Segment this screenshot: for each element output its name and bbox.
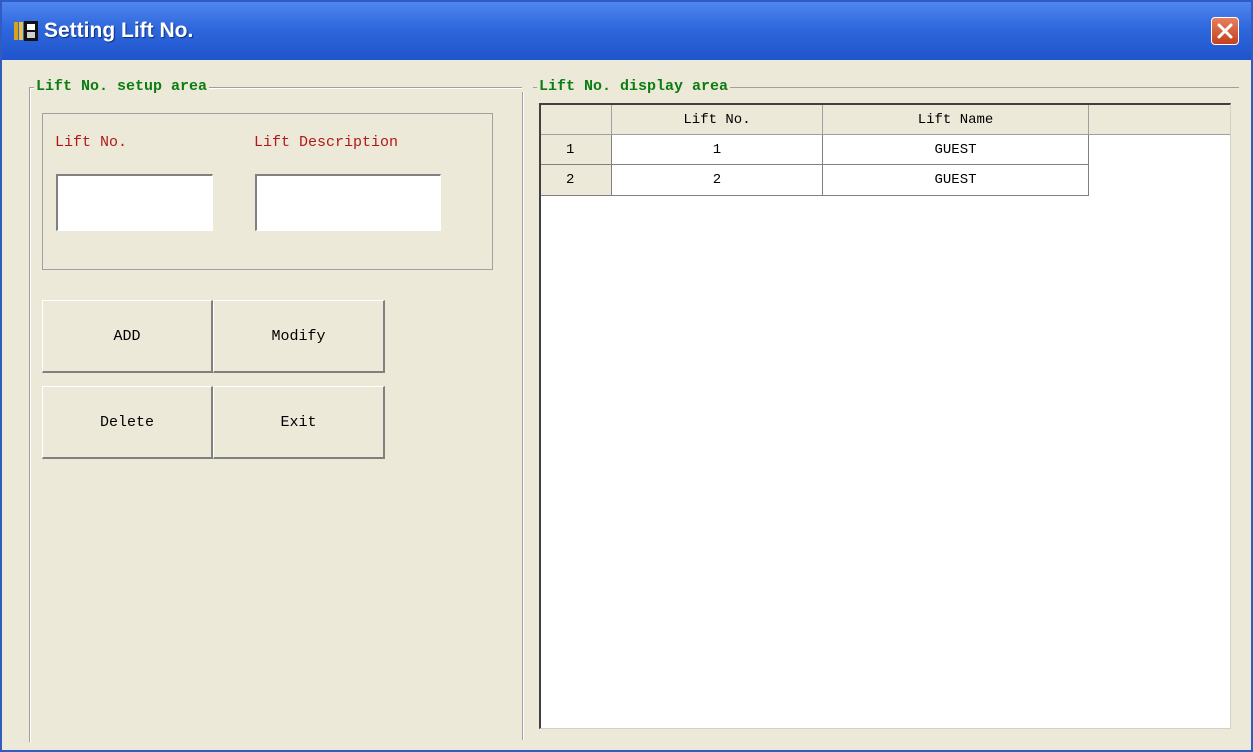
cell-lift-no[interactable]: 1 [612, 135, 823, 165]
row-header[interactable]: 1 [541, 135, 612, 165]
lift-no-input[interactable] [56, 174, 213, 231]
grid-corner-header [541, 105, 612, 135]
row-header[interactable]: 2 [541, 165, 612, 196]
lift-app-icon [14, 20, 40, 42]
lift-grid[interactable]: Lift No. Lift Name 1 1 GUEST 2 2 GUEST [539, 103, 1231, 729]
column-header-lift-no[interactable]: Lift No. [612, 105, 823, 135]
add-button[interactable]: ADD [42, 300, 213, 373]
column-header-lift-name[interactable]: Lift Name [823, 105, 1089, 135]
display-area-title: Lift No. display area [537, 78, 731, 96]
close-button[interactable] [1211, 17, 1239, 45]
window-title: Setting Lift No. [44, 19, 194, 42]
cell-lift-name[interactable]: GUEST [823, 135, 1089, 165]
cell-lift-no[interactable]: 2 [612, 165, 823, 196]
area-divider [522, 92, 523, 740]
delete-button[interactable]: Delete [42, 386, 213, 459]
close-icon [1217, 23, 1233, 39]
column-header-empty [1089, 105, 1230, 135]
setup-area-title: Lift No. setup area [34, 78, 210, 96]
title-bar[interactable]: Setting Lift No. [2, 2, 1251, 60]
lift-description-label: Lift Description [254, 134, 399, 151]
lift-description-input[interactable] [255, 174, 441, 231]
setting-lift-window: Setting Lift No. Lift No. setup area Lif… [0, 0, 1253, 752]
exit-button[interactable]: Exit [213, 386, 385, 459]
lift-no-label: Lift No. [55, 134, 128, 151]
modify-button[interactable]: Modify [213, 300, 385, 373]
cell-lift-name[interactable]: GUEST [823, 165, 1089, 196]
